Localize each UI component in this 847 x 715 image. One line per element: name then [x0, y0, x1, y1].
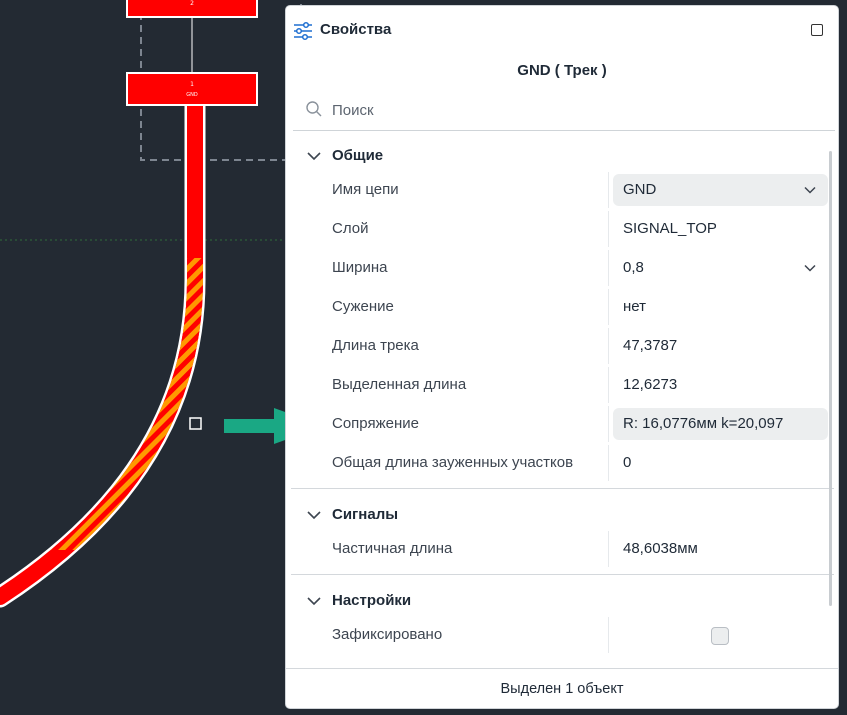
column-divider — [608, 250, 609, 286]
property-row-partial-length: Частичная длина 48,6038мм — [286, 531, 826, 567]
column-divider — [608, 289, 609, 325]
section-general-title: Общие — [332, 147, 384, 164]
panel-title: Свойства — [320, 21, 392, 38]
chevron-down-icon[interactable] — [804, 262, 816, 274]
selection-status: Выделен 1 объект — [500, 681, 624, 697]
property-row-locked: Зафиксировано — [286, 617, 826, 653]
column-divider — [608, 531, 609, 567]
properties-panel: Свойства GND ( Трек ) Общие Имя цепи GND… — [286, 6, 838, 708]
property-label: Имя цепи — [332, 181, 399, 198]
selected-length-value: 12,6273 — [623, 376, 678, 393]
panel-header: Свойства — [286, 6, 838, 54]
scrollbar[interactable] — [829, 151, 832, 606]
property-row-layer: Слой SIGNAL_TOP — [286, 211, 826, 247]
column-divider — [608, 617, 609, 653]
layer-value: SIGNAL_TOP — [623, 220, 717, 237]
pad-1-number: 1 — [190, 81, 194, 88]
pad-2-number: 2 — [190, 0, 194, 7]
panel-footer: Выделен 1 объект — [286, 668, 838, 708]
section-divider — [291, 574, 834, 575]
taper-value: нет — [623, 298, 646, 315]
property-row-fillet: Сопряжение R: 16,0776мм k=20,097 — [286, 406, 828, 442]
arc-handle[interactable] — [189, 417, 202, 430]
column-divider — [608, 445, 609, 481]
section-settings-header[interactable]: Настройки — [286, 584, 826, 616]
search-input[interactable] — [330, 97, 824, 123]
column-divider — [608, 172, 609, 208]
width-select[interactable]: 0,8 — [613, 252, 828, 284]
search-box[interactable] — [302, 94, 832, 130]
chevron-down-icon — [307, 511, 321, 520]
maximize-icon[interactable] — [811, 24, 823, 36]
object-title: GND ( Трек ) — [517, 62, 607, 79]
net-name-select[interactable]: GND — [613, 174, 828, 206]
column-divider — [608, 211, 609, 247]
search-icon — [306, 101, 322, 117]
property-label: Выделенная длина — [332, 376, 467, 393]
necked-length-value: 0 — [623, 454, 632, 471]
sliders-icon — [294, 21, 312, 41]
section-signals-title: Сигналы — [332, 506, 399, 523]
fillet-value[interactable]: R: 16,0776мм k=20,097 — [613, 408, 828, 440]
property-label: Зафиксировано — [332, 626, 443, 643]
property-row-track-length: Длина трека 47,3787 — [286, 328, 826, 364]
property-row-taper: Сужение нет — [286, 289, 826, 325]
locked-checkbox[interactable] — [711, 627, 729, 645]
pad-2[interactable]: 2 — [126, 0, 258, 18]
property-label: Частичная длина — [332, 540, 453, 557]
column-divider — [608, 367, 609, 403]
property-label: Ширина — [332, 259, 388, 276]
section-general-header[interactable]: Общие — [286, 139, 826, 171]
column-divider — [608, 328, 609, 364]
chevron-down-icon — [307, 152, 321, 161]
property-row-width: Ширина 0,8 — [286, 250, 826, 286]
partial-length-value: 48,6038мм — [623, 540, 698, 557]
property-row-necked-length: Общая длина зауженных участков 0 — [286, 445, 826, 481]
section-signals-header[interactable]: Сигналы — [286, 498, 826, 530]
chevron-down-icon[interactable] — [804, 184, 816, 196]
track-length-value: 47,3787 — [623, 337, 678, 354]
chevron-down-icon — [307, 597, 321, 606]
property-label: Длина трека — [332, 337, 419, 354]
section-divider — [291, 488, 834, 489]
pad-1-net: GND — [186, 92, 198, 98]
column-divider — [608, 406, 609, 442]
property-label: Сопряжение — [332, 415, 419, 432]
property-row-net-name: Имя цепи GND — [286, 172, 828, 208]
search-divider — [293, 130, 835, 131]
property-label: Слой — [332, 220, 369, 237]
track-selected-segment[interactable] — [0, 104, 203, 597]
property-label: Общая длина зауженных участков — [332, 454, 574, 471]
property-row-selected-length: Выделенная длина 12,6273 — [286, 367, 826, 403]
section-settings-title: Настройки — [332, 592, 412, 609]
property-label: Сужение — [332, 298, 394, 315]
pad-1[interactable]: 1 GND — [126, 72, 258, 106]
